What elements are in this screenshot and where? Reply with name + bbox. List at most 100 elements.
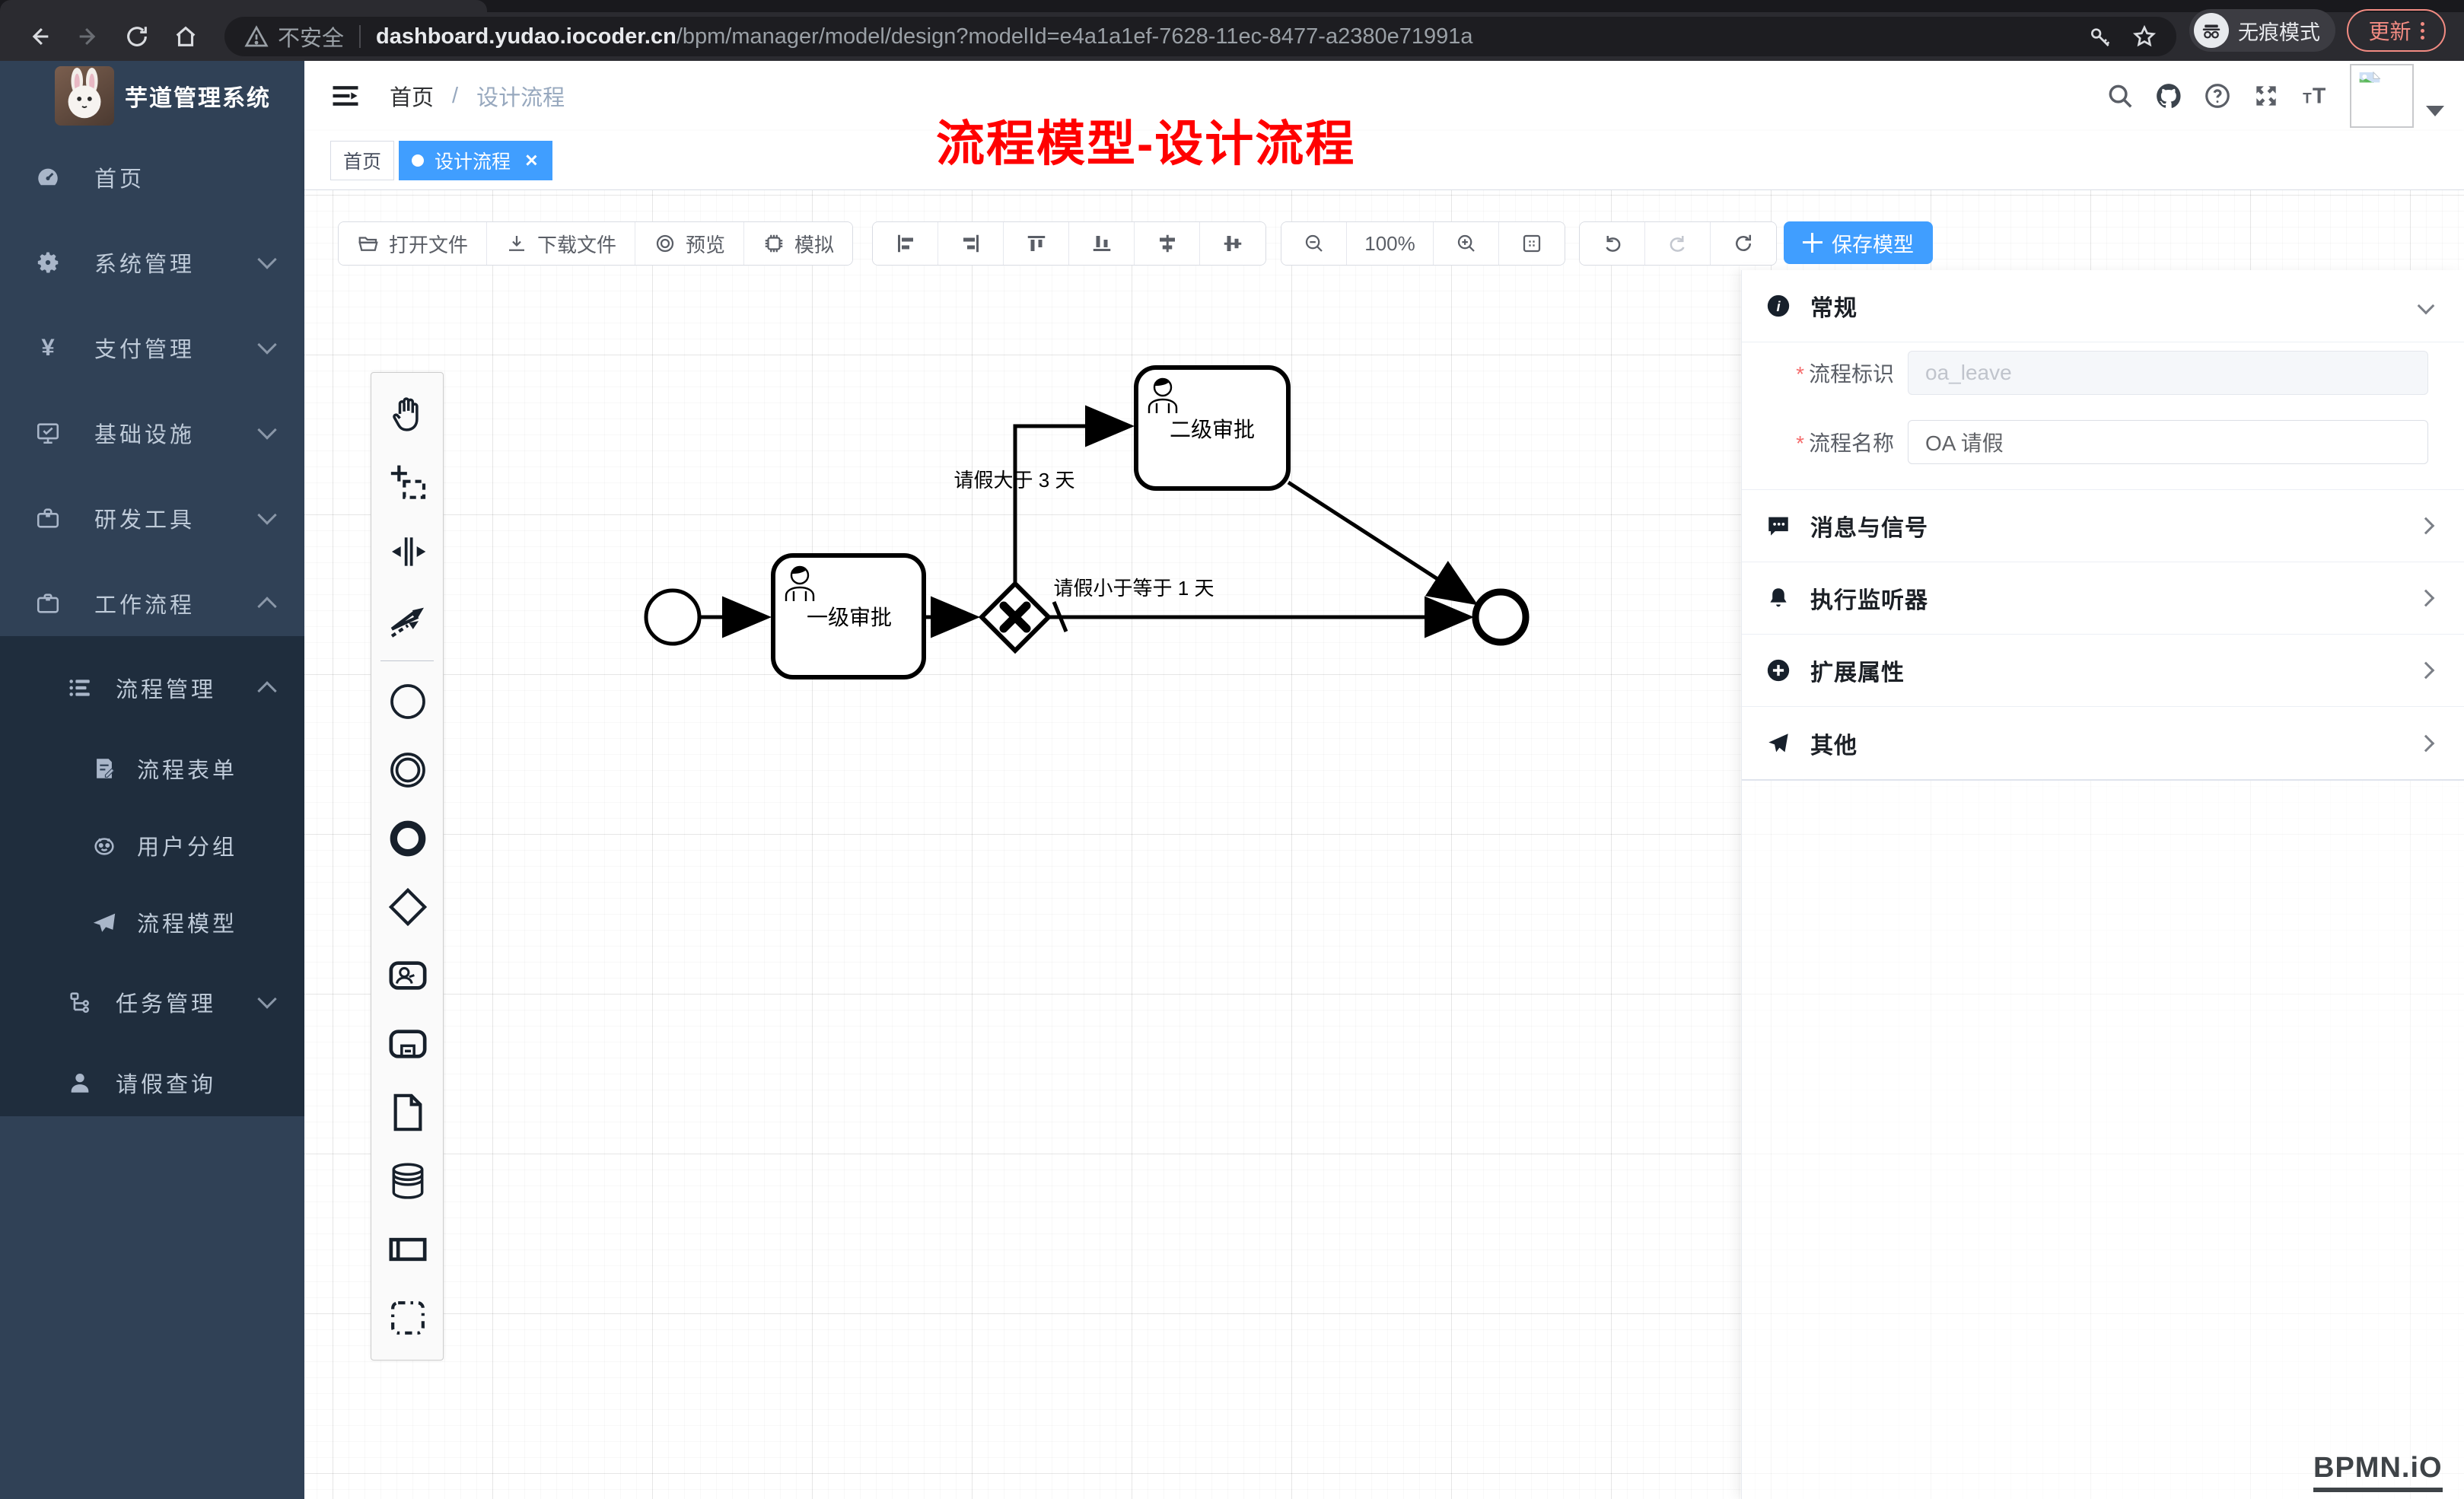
preview-button[interactable]: 预览: [635, 222, 744, 265]
tag-design-process[interactable]: 设计流程: [399, 141, 552, 180]
briefcase-icon: [35, 590, 61, 616]
align-center-vertical-button[interactable]: [1135, 222, 1200, 265]
toolbox-icon: [35, 505, 61, 531]
tag-label: 首页: [343, 147, 381, 174]
bpmn-io-watermark[interactable]: BPMN.iO: [2313, 1452, 2443, 1492]
zoom-in-button[interactable]: [1434, 222, 1499, 265]
sidebar-item-process-mgmt[interactable]: 流程管理: [0, 649, 304, 727]
sidebar-item-leave-query[interactable]: 请假查询: [0, 1044, 304, 1122]
browser-tab[interactable]: [0, 0, 487, 12]
reload-button[interactable]: [113, 12, 161, 61]
hand-tool[interactable]: [371, 380, 444, 449]
plus-icon: [1803, 233, 1823, 253]
sidebar-item-process-form[interactable]: 流程表单: [0, 730, 304, 807]
section-other[interactable]: 其他: [1742, 707, 2464, 779]
font-size-icon[interactable]: TT: [2291, 61, 2339, 131]
fullscreen-icon[interactable]: [2242, 61, 2291, 131]
sidebar-item-system[interactable]: 系统管理: [0, 224, 304, 301]
github-icon[interactable]: [2144, 61, 2193, 131]
key-icon[interactable]: [2088, 24, 2112, 49]
exclusive-gateway[interactable]: [982, 584, 1049, 651]
create-subprocess[interactable]: [371, 1010, 444, 1078]
sidebar-item-label: 工作流程: [94, 587, 195, 619]
svg-text:T: T: [2303, 91, 2312, 107]
undo-button[interactable]: [1580, 222, 1645, 265]
align-right-button[interactable]: [938, 222, 1004, 265]
screen: 不安全 dashboard.yudao.iocoder.cn/bpm/manag…: [0, 0, 2464, 1499]
breadcrumb-home[interactable]: 首页: [390, 80, 434, 112]
save-model-button[interactable]: 保存模型: [1784, 221, 1933, 264]
bpmn-canvas[interactable]: 一级审批: [304, 190, 2464, 1499]
address-bar[interactable]: 不安全 dashboard.yudao.iocoder.cn/bpm/manag…: [224, 17, 2176, 56]
svg-text:一级审批: 一级审批: [807, 606, 892, 629]
section-message-signal[interactable]: 消息与信号: [1742, 490, 2464, 562]
zoom-out-button[interactable]: [1281, 222, 1347, 265]
create-gateway[interactable]: [371, 873, 444, 941]
required-marker: *: [1796, 362, 1804, 386]
user-task-1[interactable]: 一级审批: [773, 555, 924, 677]
sidebar-item-process-model[interactable]: 流程模型: [0, 883, 304, 961]
download-file-button[interactable]: 下载文件: [487, 222, 635, 265]
create-intermediate-event[interactable]: [371, 736, 444, 804]
search-icon[interactable]: [2096, 61, 2144, 131]
sidebar-item-payment[interactable]: ¥ 支付管理: [0, 309, 304, 387]
user-task-2[interactable]: 二级审批: [1136, 368, 1288, 489]
back-button[interactable]: [15, 12, 64, 61]
caret-down-icon[interactable]: [2426, 106, 2444, 116]
end-event-node[interactable]: [1476, 592, 1526, 642]
restart-button[interactable]: [1711, 222, 1776, 265]
global-connect-tool[interactable]: [371, 586, 444, 654]
align-top-button[interactable]: [1004, 222, 1069, 265]
close-icon[interactable]: [523, 152, 540, 169]
incognito-badge: 无痕模式: [2189, 9, 2335, 52]
fit-viewport-button[interactable]: [1499, 222, 1565, 265]
star-icon[interactable]: [2132, 24, 2157, 49]
update-button[interactable]: 更新: [2347, 9, 2446, 52]
section-general[interactable]: i 常规: [1742, 270, 2464, 342]
space-tool[interactable]: [371, 517, 444, 586]
flow-task2-to-end[interactable]: [1288, 482, 1472, 601]
simulate-button[interactable]: 模拟: [744, 222, 852, 265]
create-end-event[interactable]: [371, 804, 444, 873]
sidebar-item-label: 任务管理: [116, 986, 216, 1018]
open-file-button[interactable]: 打开文件: [339, 222, 487, 265]
flow-label-le1[interactable]: 请假小于等于 1 天: [1054, 577, 1214, 600]
create-start-event[interactable]: [371, 667, 444, 736]
sidebar-item-label: 系统管理: [94, 247, 195, 278]
start-event-node[interactable]: [646, 590, 699, 644]
create-user-task[interactable]: [371, 941, 444, 1010]
flow-label-gt3[interactable]: 请假大于 3 天: [954, 469, 1075, 492]
create-data-store[interactable]: [371, 1147, 444, 1215]
create-participant[interactable]: [371, 1215, 444, 1284]
sidebar-item-workflow[interactable]: 工作流程: [0, 565, 304, 642]
palette-separator: [380, 660, 434, 661]
align-center-horizontal-button[interactable]: [1200, 222, 1265, 265]
create-data-object[interactable]: [371, 1078, 444, 1147]
section-execution-listener[interactable]: 执行监听器: [1742, 562, 2464, 635]
forward-button[interactable]: [64, 12, 113, 61]
sidebar-item-devtools[interactable]: 研发工具: [0, 479, 304, 557]
sidebar-item-home[interactable]: 首页: [0, 138, 304, 216]
sidebar-item-infra[interactable]: 基础设施: [0, 394, 304, 472]
align-left-button[interactable]: [873, 222, 938, 265]
hamburger-icon[interactable]: [329, 79, 362, 113]
section-extension-attributes[interactable]: 扩展属性: [1742, 635, 2464, 707]
flow-gateway-to-task2[interactable]: [1015, 426, 1127, 582]
create-group[interactable]: [371, 1284, 444, 1352]
tag-home[interactable]: 首页: [330, 141, 394, 180]
process-name-input[interactable]: [1908, 420, 2428, 464]
app-logo[interactable]: 芋道管理系统: [0, 61, 304, 131]
home-button[interactable]: [161, 12, 210, 61]
history-toolbar-group: [1579, 221, 1777, 266]
redo-button[interactable]: [1645, 222, 1711, 265]
sidebar-item-task-mgmt[interactable]: 任务管理: [0, 963, 304, 1041]
align-bottom-button[interactable]: [1069, 222, 1135, 265]
person-icon: [67, 1070, 93, 1096]
dashboard-icon: [35, 164, 61, 190]
help-icon[interactable]: [2193, 61, 2242, 131]
lasso-tool[interactable]: [371, 449, 444, 517]
browser-menu-icon[interactable]: [2421, 19, 2424, 43]
sidebar-item-user-group[interactable]: 用户分组: [0, 807, 304, 884]
chevron-down-icon: [257, 989, 276, 1008]
avatar[interactable]: [2350, 64, 2414, 128]
